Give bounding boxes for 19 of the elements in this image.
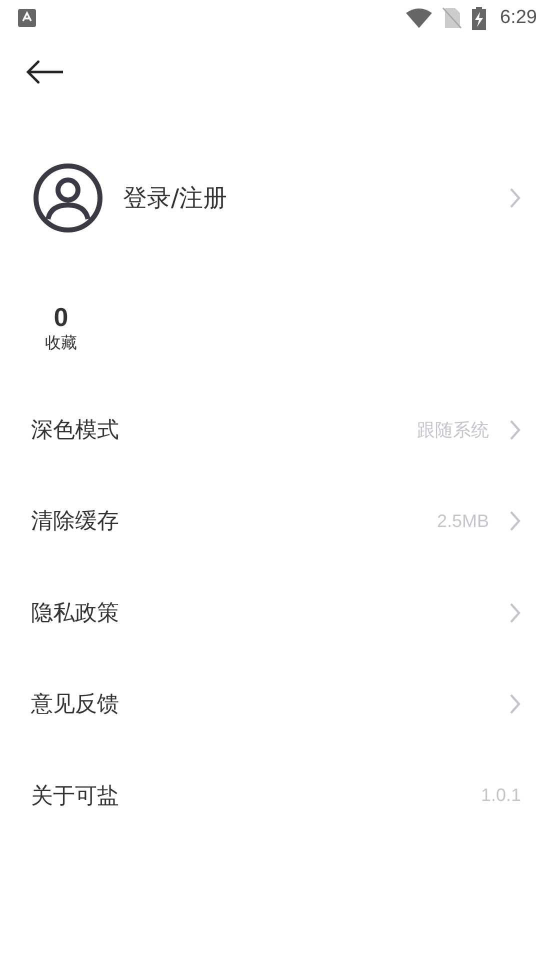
clock-time: 6:29	[500, 7, 537, 29]
setting-label[interactable]: 意见反馈	[31, 689, 489, 720]
setting-value: 跟随系统	[417, 418, 489, 442]
back-button[interactable]	[26, 60, 64, 84]
stat-count: 0	[54, 303, 68, 331]
setting-label[interactable]: 隐私政策	[31, 598, 489, 628]
chevron-icon	[509, 187, 521, 209]
no-sim-icon	[442, 7, 462, 29]
setting-value: 2.5MB	[436, 510, 489, 532]
battery-charging-icon	[472, 6, 486, 30]
setting-label[interactable]: 清除缓存	[31, 506, 437, 536]
setting-label[interactable]: 深色模式	[31, 414, 417, 445]
login-register-link[interactable]: 登录/注册	[123, 182, 489, 214]
stat-label: 收藏	[45, 333, 77, 354]
avatar-icon[interactable]	[33, 163, 103, 233]
setting-label[interactable]: 关于可盐	[31, 780, 481, 811]
keyboard-icon	[18, 9, 36, 27]
wifi-icon	[406, 8, 432, 28]
setting-value: 1.0.1	[480, 785, 521, 806]
